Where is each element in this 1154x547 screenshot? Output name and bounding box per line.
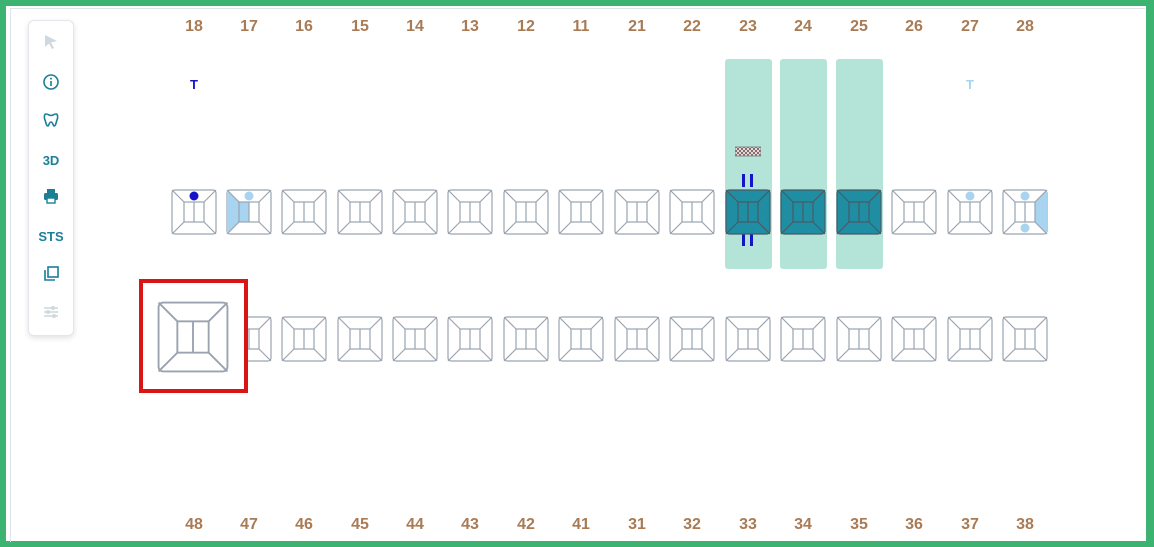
tooth-32[interactable] (669, 316, 715, 362)
tooth-34[interactable] (780, 316, 826, 362)
tooth-13[interactable] (447, 189, 493, 235)
tooth-26[interactable] (891, 189, 937, 235)
sts-button[interactable]: STS (29, 219, 73, 253)
tooth-37[interactable] (947, 316, 993, 362)
tooth-number-25[interactable]: 25 (844, 18, 874, 36)
tooth-number-41[interactable]: 41 (566, 516, 596, 534)
side-toolbar: 3D STS (28, 20, 74, 336)
highlight-column-24 (780, 59, 827, 269)
tooth-number-27[interactable]: 27 (955, 18, 985, 36)
bridge-pattern-icon (735, 146, 761, 157)
tooth-number-15[interactable]: 15 (345, 18, 375, 36)
tooth-46[interactable] (281, 316, 327, 362)
tooth-number-12[interactable]: 12 (511, 18, 541, 36)
tooth-number-31[interactable]: 31 (622, 516, 652, 534)
highlight-column-25 (836, 59, 883, 269)
tooth-number-37[interactable]: 37 (955, 516, 985, 534)
printer-icon[interactable] (29, 179, 73, 213)
tooth-15[interactable] (337, 189, 383, 235)
implant-top-icon (742, 174, 753, 187)
marker-t-27: T (966, 77, 974, 92)
tooth-43[interactable] (447, 316, 493, 362)
tooth-27[interactable] (947, 189, 993, 235)
tooth-35[interactable] (836, 316, 882, 362)
cursor-icon[interactable] (29, 25, 73, 59)
tooth-22[interactable] (669, 189, 715, 235)
tooth-number-23[interactable]: 23 (733, 18, 763, 36)
tooth-number-11[interactable]: 11 (566, 18, 596, 36)
tooth-41[interactable] (558, 316, 604, 362)
tooth-31[interactable] (614, 316, 660, 362)
tooth-48-enlarged[interactable] (157, 301, 229, 373)
tooth-number-22[interactable]: 22 (677, 18, 707, 36)
tooth-36[interactable] (891, 316, 937, 362)
selected-tooth-48-box[interactable] (139, 279, 248, 393)
tooth-21[interactable] (614, 189, 660, 235)
tooth-18[interactable] (171, 189, 217, 235)
tooth-45[interactable] (337, 316, 383, 362)
tooth-number-14[interactable]: 14 (400, 18, 430, 36)
tooth-number-13[interactable]: 13 (455, 18, 485, 36)
tooth-25[interactable] (836, 189, 882, 235)
tooth-number-18[interactable]: 18 (179, 18, 209, 36)
tooth-number-48[interactable]: 48 (179, 516, 209, 534)
info-icon[interactable] (29, 65, 73, 99)
tooth-12[interactable] (503, 189, 549, 235)
tooth-number-36[interactable]: 36 (899, 516, 929, 534)
tooth-17[interactable] (226, 189, 272, 235)
tooth-11[interactable] (558, 189, 604, 235)
tooth-number-38[interactable]: 38 (1010, 516, 1040, 534)
tooth-number-42[interactable]: 42 (511, 516, 541, 534)
tooth-number-32[interactable]: 32 (677, 516, 707, 534)
tooth-number-21[interactable]: 21 (622, 18, 652, 36)
sliders-icon[interactable] (29, 295, 73, 329)
tooth-number-47[interactable]: 47 (234, 516, 264, 534)
tooth-number-44[interactable]: 44 (400, 516, 430, 534)
tooth-number-16[interactable]: 16 (289, 18, 319, 36)
copy-icon[interactable] (29, 257, 73, 291)
3d-button[interactable]: 3D (29, 143, 73, 177)
tooth-number-17[interactable]: 17 (234, 18, 264, 36)
tooth-number-28[interactable]: 28 (1010, 18, 1040, 36)
tooth-38[interactable] (1002, 316, 1048, 362)
tooth-number-46[interactable]: 46 (289, 516, 319, 534)
tooth-24[interactable] (780, 189, 826, 235)
tooth-16[interactable] (281, 189, 327, 235)
tooth-number-24[interactable]: 24 (788, 18, 818, 36)
marker-t-18: T (190, 77, 198, 92)
tooth-number-43[interactable]: 43 (455, 516, 485, 534)
tooth-number-26[interactable]: 26 (899, 18, 929, 36)
tooth-28[interactable] (1002, 189, 1048, 235)
tooth-number-35[interactable]: 35 (844, 516, 874, 534)
tooth-42[interactable] (503, 316, 549, 362)
tooth-number-45[interactable]: 45 (345, 516, 375, 534)
implant-bottom-icon (742, 234, 753, 246)
tooth-14[interactable] (392, 189, 438, 235)
tooth-number-33[interactable]: 33 (733, 516, 763, 534)
tooth-44[interactable] (392, 316, 438, 362)
tooth-23[interactable] (725, 189, 771, 235)
tooth-icon[interactable] (29, 103, 73, 137)
tooth-number-34[interactable]: 34 (788, 516, 818, 534)
tooth-33[interactable] (725, 316, 771, 362)
